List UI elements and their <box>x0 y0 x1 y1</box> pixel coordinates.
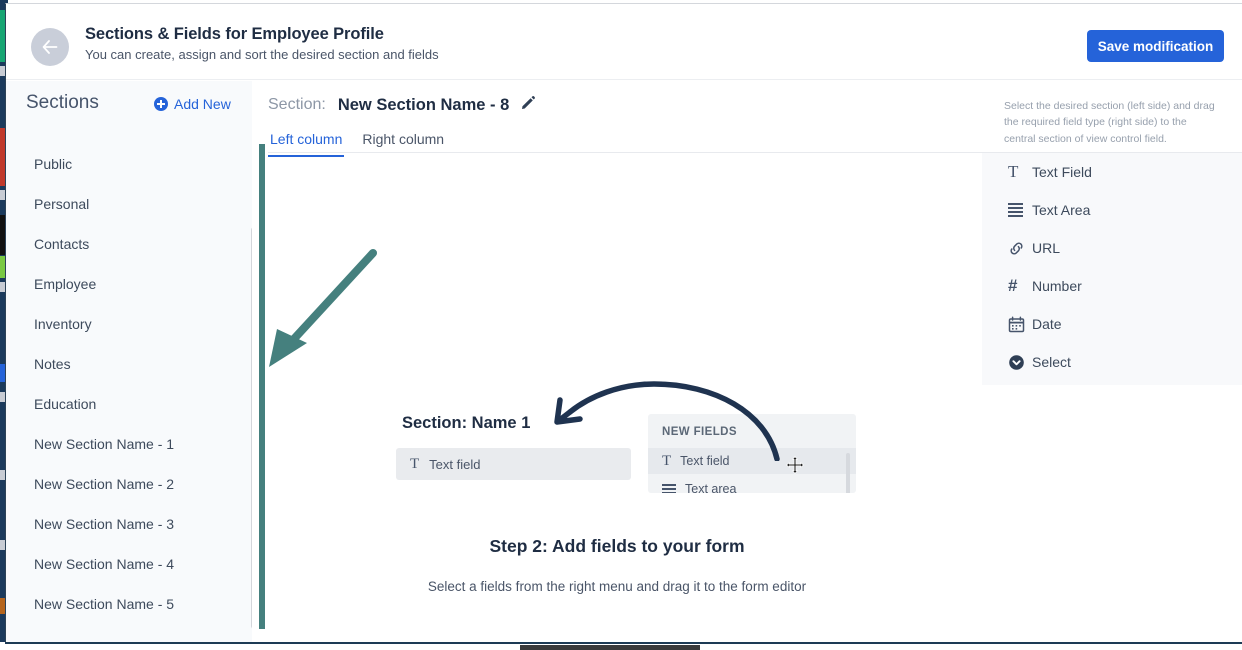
illustration-panel-row: Text area <box>648 476 856 493</box>
sidebar-item[interactable]: Employee <box>6 264 252 304</box>
text-field-icon: T <box>1008 162 1019 181</box>
link-icon <box>1008 240 1032 257</box>
field-type-label: Number <box>1032 278 1082 294</box>
hash-icon: # <box>1008 276 1018 295</box>
field-type-label: URL <box>1032 240 1061 256</box>
step-subtitle: Select a fields from the right menu and … <box>427 579 807 594</box>
text-area-icon <box>662 484 676 493</box>
field-type-item[interactable]: T Text Field <box>982 153 1242 191</box>
teal-arrow-icon <box>255 245 380 375</box>
field-types-list[interactable]: T Text Field Text Area URL # Number Date Select <box>982 153 1242 385</box>
teal-highlight-bar <box>259 144 265 629</box>
field-type-item[interactable]: Text Area <box>982 191 1242 229</box>
field-type-label: Text Area <box>1032 202 1091 218</box>
back-button[interactable] <box>31 28 69 66</box>
back-arrow-icon <box>42 40 59 54</box>
page-title: Sections & Fields for Employee Profile <box>85 25 384 43</box>
sidebar-item[interactable]: Personal <box>6 184 252 224</box>
illustration-section-title: Section: Name 1 <box>402 414 531 432</box>
text-area-icon <box>1008 203 1032 217</box>
sidebar-item[interactable]: New Section Name - 2 <box>6 464 252 504</box>
save-modification-button[interactable]: Save modification <box>1087 30 1224 62</box>
app-root: Sections & Fields for Employee Profile Y… <box>0 0 1242 650</box>
field-types-panel: Select the desired section (left side) a… <box>982 81 1242 642</box>
calendar-icon <box>1008 316 1032 333</box>
taskbar-peek <box>520 645 700 650</box>
field-type-label: Select <box>1032 354 1071 370</box>
chevron-down-circle-icon <box>1008 354 1032 371</box>
move-cursor-icon <box>785 455 805 479</box>
add-new-label: Add New <box>174 96 231 112</box>
sidebar-item[interactable]: Notes <box>6 344 252 384</box>
page-subtitle: You can create, assign and sort the desi… <box>85 47 439 62</box>
sections-list[interactable]: Public Personal Contacts Employee Inventory N… <box>6 144 252 636</box>
text-field-icon: T <box>410 455 420 472</box>
step-title: Step 2: Add fields to your form <box>489 536 745 556</box>
sections-sidebar: Sections Add New Public Personal Contacts E… <box>6 81 257 642</box>
illustration-row-label: Text area <box>685 482 737 493</box>
sidebar-item[interactable]: Public <box>6 144 252 184</box>
sidebar-item[interactable]: New Section Name - 1 <box>6 424 252 464</box>
sidebar-item[interactable]: New Section Name - 3 <box>6 504 252 544</box>
sidebar-title: Sections <box>26 92 99 113</box>
illustration-chip-label: Text field <box>429 456 481 472</box>
field-type-item[interactable]: URL <box>982 229 1242 267</box>
field-types-hint: Select the desired section (left side) a… <box>1004 100 1215 145</box>
field-type-item[interactable]: # Number <box>982 267 1242 305</box>
sidebar-item[interactable]: New Section Name - 5 <box>6 584 252 624</box>
sidebar-item[interactable]: Inventory <box>6 304 252 344</box>
sidebar-header: Sections Add New <box>6 81 252 137</box>
sidebar-item[interactable]: New Section Name - 4 <box>6 544 252 584</box>
page-header: Sections & Fields for Employee Profile Y… <box>6 4 1242 80</box>
plus-circle-icon <box>154 97 168 111</box>
field-type-label: Text Field <box>1032 164 1092 180</box>
illustration-panel-scrollbar <box>846 453 850 493</box>
field-type-label: Date <box>1032 316 1062 332</box>
sidebar-item[interactable]: Education <box>6 384 252 424</box>
field-type-item[interactable]: Select <box>982 343 1242 381</box>
field-type-item[interactable]: Date <box>982 305 1242 343</box>
add-new-section-button[interactable]: Add New <box>154 96 231 112</box>
sidebar-item[interactable]: Contacts <box>6 224 252 264</box>
curved-arrow-icon <box>534 376 784 466</box>
